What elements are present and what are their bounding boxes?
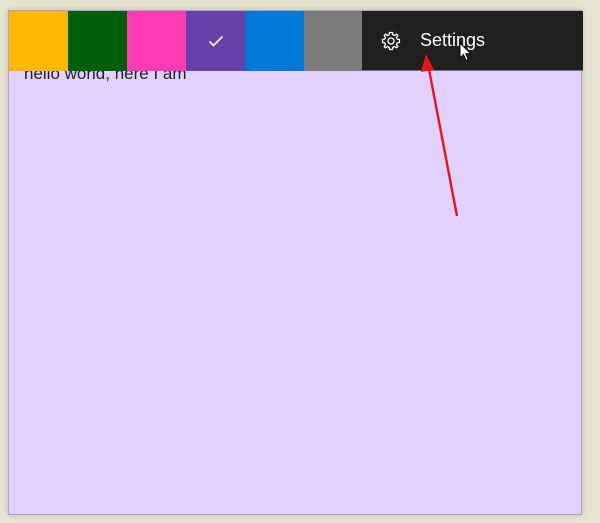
color-swatch-gray[interactable] xyxy=(304,11,363,71)
mouse-pointer-icon xyxy=(459,42,473,62)
gear-icon xyxy=(380,30,402,52)
sticky-note-window: hello world, here I am Settings xyxy=(8,10,583,515)
color-swatch-green[interactable] xyxy=(68,11,127,71)
color-menu-bar xyxy=(9,11,363,71)
color-swatch-yellow[interactable] xyxy=(9,11,68,71)
color-swatch-blue[interactable] xyxy=(245,11,304,71)
checkmark-icon xyxy=(208,35,223,47)
settings-menu-item[interactable]: Settings xyxy=(362,11,583,71)
color-swatch-purple[interactable] xyxy=(186,11,245,71)
color-swatch-pink[interactable] xyxy=(127,11,186,71)
settings-label: Settings xyxy=(420,30,486,50)
